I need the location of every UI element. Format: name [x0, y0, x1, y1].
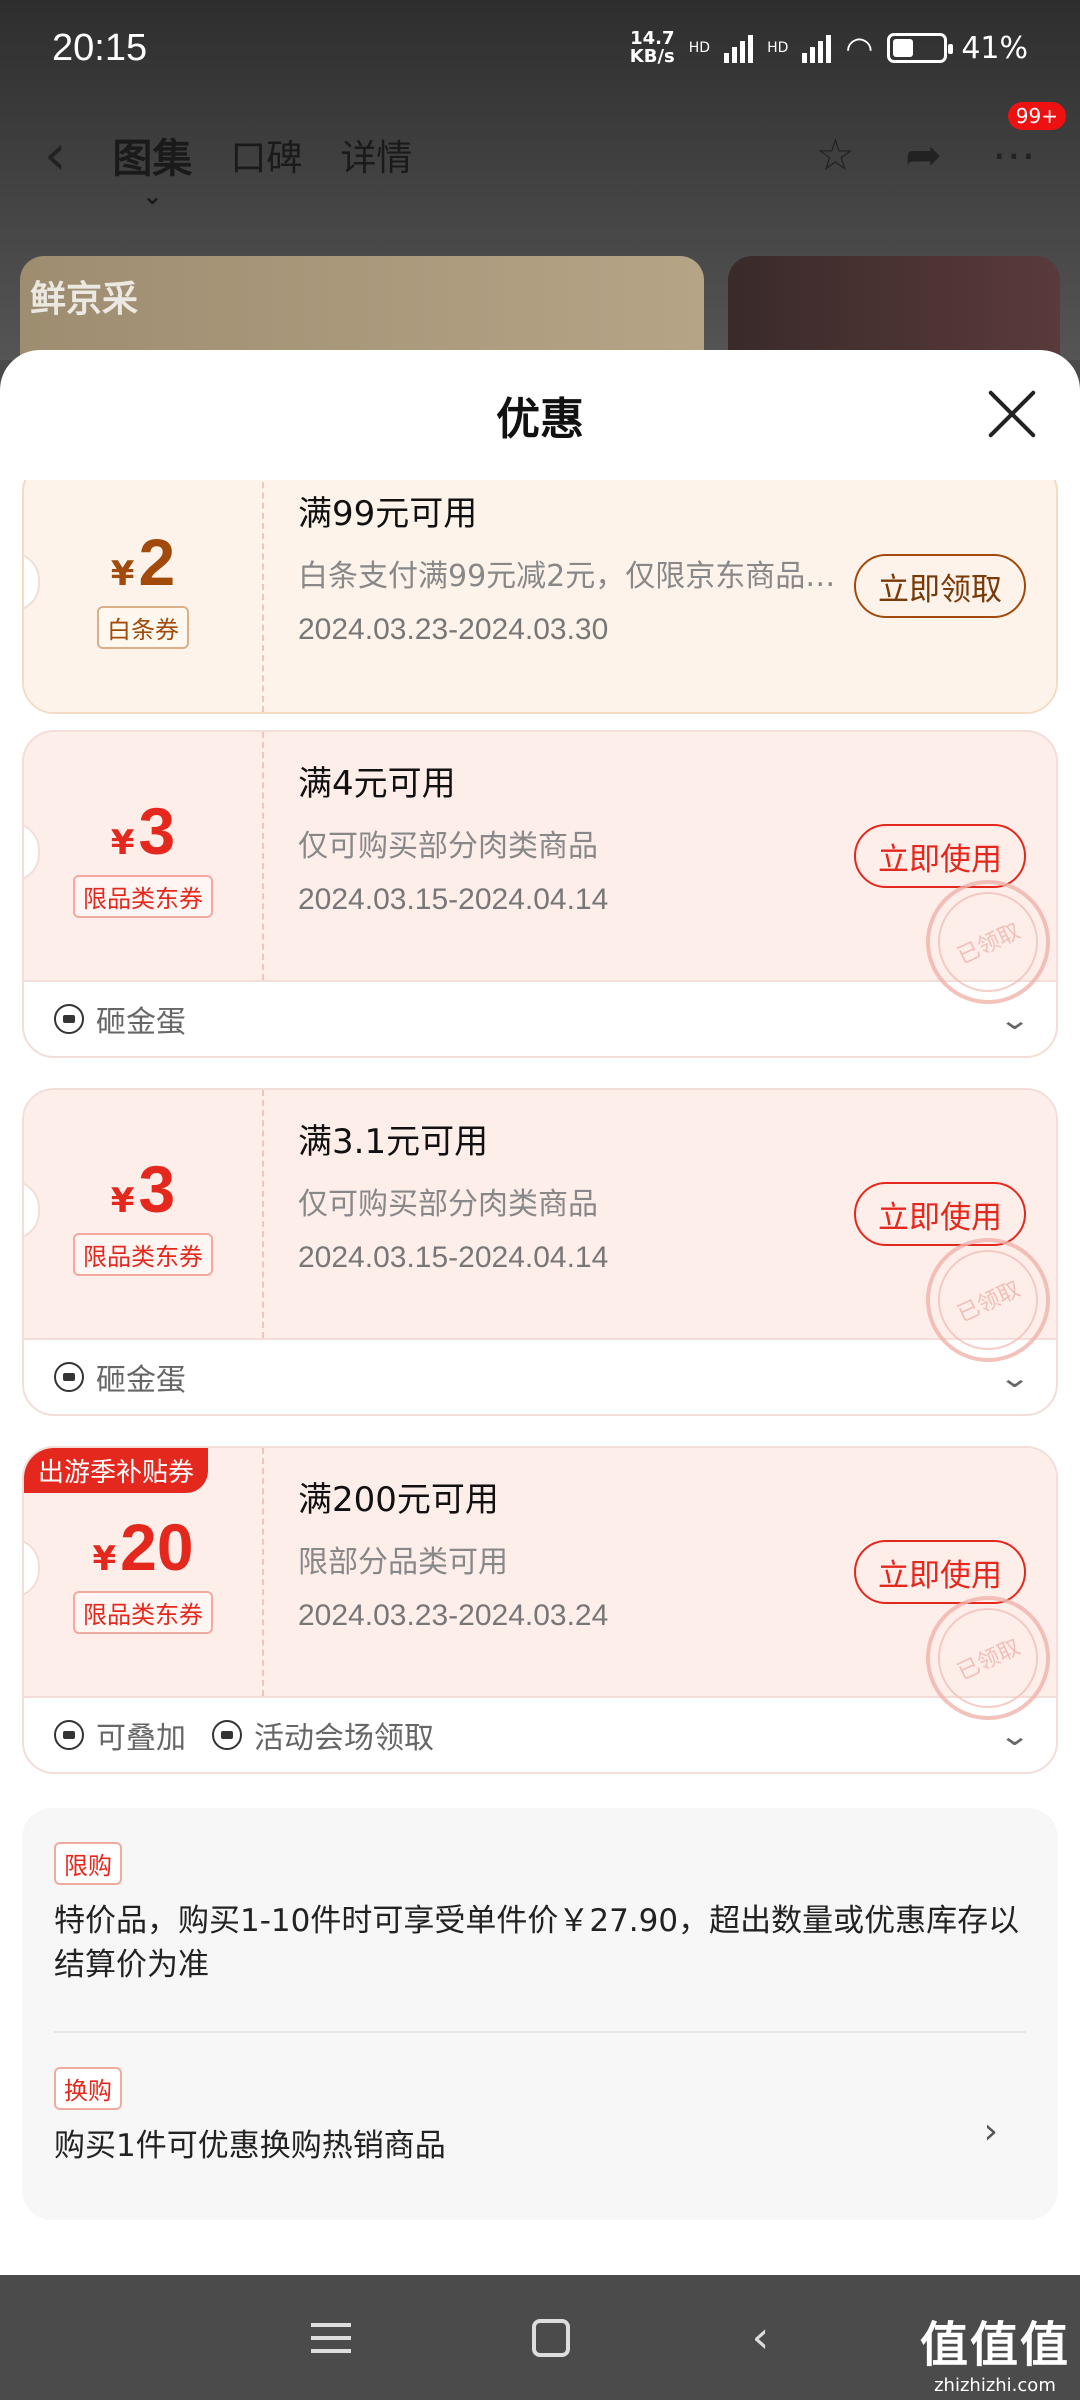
discount-sheet: 优惠 ¥ 2 白条券 满99元可用 白条支付满99元减2元，仅限京东商品使用 2… [0, 350, 1080, 2275]
coupon-source: 砸金蛋 [54, 1355, 186, 1399]
coupon-type-badge: 限品类东券 [73, 1590, 213, 1634]
limit-tag: 限购 [54, 1842, 122, 1885]
limit-text: 特价品，购买1-10件时可享受单件价￥27.90，超出数量或优惠库存以结算价为准 [54, 1903, 1020, 1983]
coupon-description: 白条支付满99元减2元，仅限京东商品使用 [298, 559, 838, 594]
coupon-type-badge: 限品类东券 [73, 874, 213, 918]
ticket-icon [212, 1720, 242, 1750]
share-icon[interactable]: ➦ [905, 130, 942, 181]
coupon-description: 限部分品类可用 [298, 1545, 508, 1580]
menu-icon[interactable] [310, 2322, 351, 2353]
coupon-condition: 满3.1元可用 [298, 1122, 489, 1162]
coupon-source: 砸金蛋 [54, 997, 186, 1041]
chevron-down-icon[interactable]: ⌄ [998, 1719, 1031, 1752]
battery-percent: 41% [961, 30, 1028, 66]
net-speed: 14.7 KB/s [629, 28, 675, 67]
coupon-amount-area: ¥ 3 限品类东券 [24, 732, 264, 980]
more-icon[interactable]: ⋯ [992, 130, 1036, 181]
ticket-icon [54, 1362, 84, 1392]
brand-text: 鲜京采 [30, 279, 139, 320]
use-button[interactable]: 立即使用 [854, 1182, 1026, 1246]
chevron-down-icon[interactable]: ⌄ [998, 1361, 1031, 1394]
coupon-footer[interactable]: 砸金蛋 ⌄ [24, 982, 1056, 1056]
coupon: ¥ 3 限品类东券 满4元可用 仅可购买部分肉类商品 2024.03.15-20… [24, 732, 1056, 1025]
coupon-description: 仅可购买部分肉类商品 [298, 829, 598, 864]
chevron-down-icon[interactable]: ⌄ [998, 1003, 1031, 1036]
signal-icon-2 [802, 33, 832, 63]
coupon-type-badge: 白条券 [97, 605, 189, 649]
use-button[interactable]: 立即使用 [854, 1540, 1026, 1604]
exchange-section[interactable]: 换购 购买1件可优惠换购热销商品 › [54, 2031, 1026, 2168]
sheet-title: 优惠 [496, 394, 584, 445]
back-icon[interactable]: ‹ [752, 2312, 770, 2363]
status-icons: 14.7 KB/s HD HD ◠ 41% [630, 29, 1028, 67]
promo-info-card: 限购 特价品，购买1-10件时可享受单件价￥27.90，超出数量或优惠库存以结算… [22, 1808, 1058, 2220]
nav-actions: ☆ ➦ ⋯ 99+ [816, 101, 1066, 181]
coupon-card: ¥ 3 限品类东券 满3.1元可用 仅可购买部分肉类商品 2024.03.15-… [22, 1088, 1058, 1416]
home-icon[interactable] [532, 2318, 571, 2357]
coupon-footer[interactable]: 砸金蛋 ⌄ [24, 1340, 1056, 1414]
coupon-description: 仅可购买部分肉类商品 [298, 1187, 598, 1222]
tab-gallery[interactable]: 图集 [112, 126, 192, 184]
top-nav: ‹ 图集 口碑 详情 ☆ ➦ ⋯ 99+ [0, 101, 1080, 200]
stackable-label: 可叠加 [54, 1713, 186, 1757]
coupon-condition: 满4元可用 [298, 764, 456, 804]
coupon-list[interactable]: ¥ 2 白条券 满99元可用 白条支付满99元减2元，仅限京东商品使用 2024… [0, 480, 1080, 2275]
stack-icon [54, 1720, 84, 1750]
coupon-amount: ¥ 3 [110, 793, 176, 868]
coupon-condition: 满99元可用 [298, 494, 478, 534]
star-icon[interactable]: ☆ [816, 130, 855, 181]
ticket-icon [54, 1004, 84, 1034]
coupon: ¥ 2 白条券 满99元可用 白条支付满99元减2元，仅限京东商品使用 2024… [24, 480, 1056, 712]
battery-icon [887, 33, 954, 63]
coupon-condition: 满200元可用 [298, 1480, 499, 1520]
close-icon[interactable] [986, 388, 1038, 440]
coupon-amount-area: ¥ 2 白条券 [24, 480, 264, 712]
coupon-type-badge: 限品类东券 [73, 1232, 213, 1276]
coupon-card: 出游季补贴券 ¥ 20 限品类东券 满200元可用 限部分品类可用 2024.0… [22, 1446, 1058, 1774]
coupon: 出游季补贴券 ¥ 20 限品类东券 满200元可用 限部分品类可用 2024.0… [24, 1448, 1056, 1741]
tab-details[interactable]: 详情 [340, 129, 412, 181]
coupon: ¥ 3 限品类东券 满3.1元可用 仅可购买部分肉类商品 2024.03.15-… [24, 1090, 1056, 1383]
coupon-date: 2024.03.23-2024.03.30 [298, 613, 609, 646]
chevron-right-icon[interactable]: › [984, 2111, 998, 2152]
tab-reviews[interactable]: 口碑 [230, 129, 302, 181]
exchange-text: 购买1件可优惠换购热销商品 [54, 2128, 446, 2164]
coupon-card: ¥ 3 限品类东券 满4元可用 仅可购买部分肉类商品 2024.03.15-20… [22, 730, 1058, 1058]
coupon-source: 活动会场领取 [212, 1713, 434, 1757]
subsidy-tag: 出游季补贴券 [24, 1448, 209, 1493]
hd-label-2: HD [767, 40, 789, 56]
coupon-amount: ¥ 3 [110, 1151, 176, 1226]
coupon-footer[interactable]: 可叠加 活动会场领取 ⌄ [24, 1698, 1056, 1772]
coupon-card: ¥ 2 白条券 满99元可用 白条支付满99元减2元，仅限京东商品使用 2024… [22, 480, 1058, 714]
coupon-amount: ¥ 2 [110, 524, 176, 599]
status-time: 20:15 [52, 26, 148, 69]
purchase-limit-section: 限购 特价品，购买1-10件时可享受单件价￥27.90，超出数量或优惠库存以结算… [54, 1808, 1026, 1987]
notification-badge: 99+ [1007, 101, 1066, 130]
coupon-amount: ¥ 20 [92, 1509, 194, 1584]
claim-button[interactable]: 立即领取 [854, 554, 1026, 618]
signal-icon [724, 33, 754, 63]
sheet-header: 优惠 [0, 350, 1080, 480]
hd-label: HD [688, 40, 711, 56]
watermark: 值值值 zhizhizhi.com [919, 2317, 1070, 2396]
chevron-left-icon[interactable]: ‹ [44, 123, 66, 188]
use-button[interactable]: 立即使用 [854, 824, 1026, 888]
exchange-tag: 换购 [54, 2067, 122, 2110]
status-bar: 20:15 14.7 KB/s HD HD ◠ 41% [0, 0, 1080, 96]
wifi-icon: ◠ [845, 29, 874, 67]
coupon-amount-area: ¥ 3 限品类东券 [24, 1090, 264, 1338]
system-nav-bar: ‹ [0, 2275, 1080, 2400]
